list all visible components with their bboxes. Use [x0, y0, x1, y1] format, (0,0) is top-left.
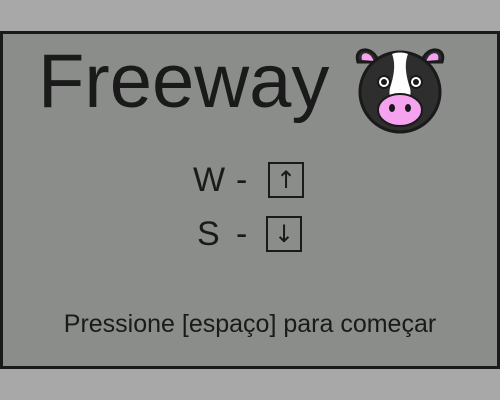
- game-title: Freeway: [38, 39, 330, 124]
- top-frame-bar: [0, 0, 500, 34]
- start-prompt: Pressione [espaço] para começar: [63, 310, 437, 338]
- control-key-label: S: [197, 215, 220, 253]
- bottom-frame-bar: [0, 366, 500, 400]
- control-row-down: S - ↓: [0, 214, 500, 254]
- control-key-label: W: [193, 161, 226, 199]
- arrow-down-icon: ↓: [266, 216, 302, 252]
- arrow-up-icon: ↑: [268, 162, 304, 198]
- control-separator: -: [236, 215, 248, 253]
- game-screen: Freeway W - ↑ S - ↓ Pressione [espaço] p…: [0, 0, 500, 400]
- control-row-up: W - ↑: [0, 160, 500, 200]
- cow-face-icon: [355, 48, 445, 134]
- control-separator: -: [236, 161, 248, 199]
